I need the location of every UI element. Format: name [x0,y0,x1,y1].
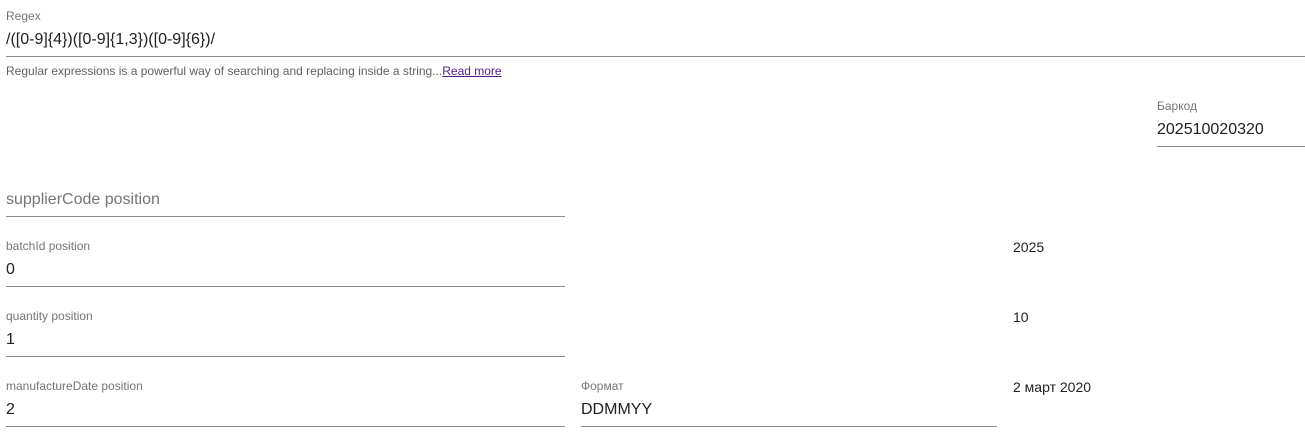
regex-hint-text: Regular expressions is a powerful way of… [6,64,443,78]
batch-id-field: batchId position [6,239,565,287]
quantity-result: 10 [1013,309,1029,325]
barcode-label: Баркод [1157,99,1198,113]
quantity-input[interactable] [6,330,561,350]
barcode-underline [1157,146,1305,147]
format-input[interactable] [581,400,993,420]
format-underline [581,426,997,427]
supplier-code-underline [6,216,565,217]
manufacture-date-field: manufactureDate position [6,379,565,427]
batch-id-input[interactable] [6,260,561,280]
regex-underline [6,56,1305,57]
batch-id-label: batchId position [6,239,91,253]
quantity-label: quantity position [6,309,93,323]
regex-input[interactable] [6,30,1296,50]
batch-id-result: 2025 [1013,239,1045,255]
read-more-link[interactable]: Read more [442,64,501,78]
supplier-code-input[interactable] [6,190,561,210]
barcode-input[interactable] [1157,120,1302,140]
quantity-underline [6,356,565,357]
barcode-field: Баркод [1157,99,1305,147]
manufacture-date-input[interactable] [6,400,561,420]
quantity-field: quantity position [6,309,565,357]
manufacture-date-underline [6,426,565,427]
manufacture-date-label: manufactureDate position [6,379,143,393]
regex-hint: Regular expressions is a powerful way of… [6,64,502,78]
format-label: Формат [581,379,624,393]
format-field: Формат [581,379,997,427]
regex-label: Regex [6,9,41,23]
batch-id-underline [6,286,565,287]
manufacture-date-result: 2 март 2020 [1013,379,1092,395]
regex-field: Regex [6,9,1305,57]
